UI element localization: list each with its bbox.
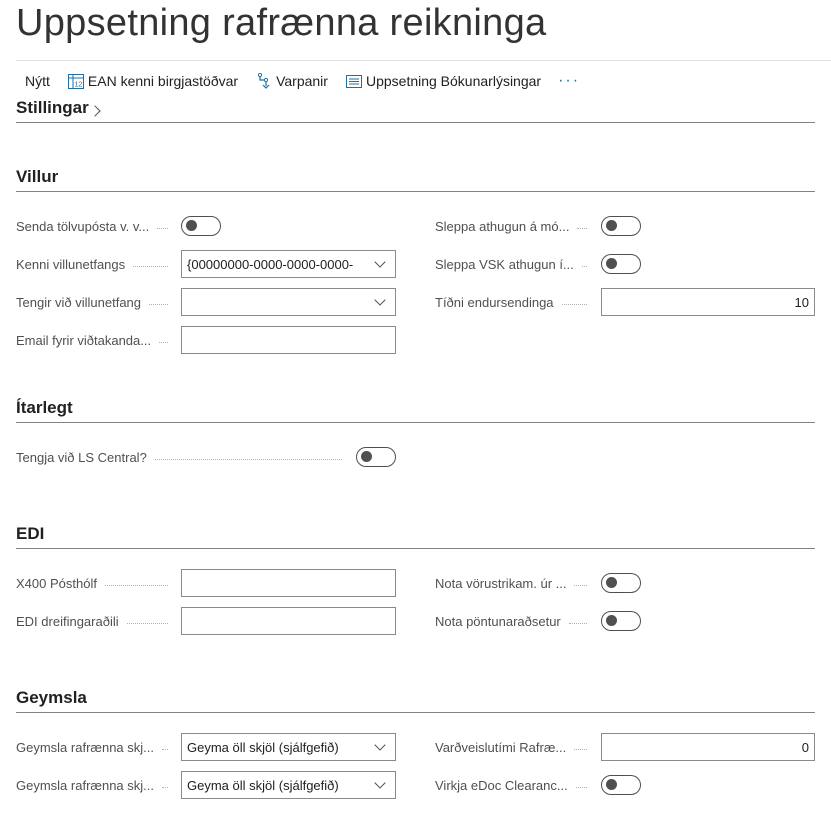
chevron-down-icon (374, 739, 386, 751)
send-email-toggle[interactable] (181, 216, 221, 236)
new-label: Nýtt (25, 73, 50, 89)
recipient-email-field: Email fyrir viðtakanda... (16, 325, 176, 355)
x400-field: X400 Pósthólf (16, 568, 176, 598)
page-title: Uppsetning rafrænna reikninga (16, 2, 547, 44)
storage1-label: Geymsla rafrænna skj... (16, 739, 154, 755)
error-email-id-value: {00000000-0000-0000-0000- (187, 256, 354, 272)
storage1-select[interactable]: Geyma öll skjöl (sjálfgefið) (181, 733, 396, 761)
edoc-label: Virkja eDoc Clearanc... (435, 777, 568, 793)
storage1-field: Geymsla rafrænna skj... (16, 732, 176, 762)
use-order-toggle[interactable] (601, 611, 641, 631)
chevron-down-icon (374, 777, 386, 789)
x400-label: X400 Pósthólf (16, 575, 97, 591)
use-order-label: Nota pöntunaraðsetur (435, 613, 561, 629)
section-advanced: Ítarlegt (16, 397, 815, 423)
section-edi: EDI (16, 523, 815, 549)
chevron-down-icon (374, 256, 386, 268)
distributor-label: EDI dreifingaraðili (16, 613, 119, 629)
table-icon: 12 (67, 73, 85, 89)
error-email-id-select[interactable]: {00000000-0000-0000-0000- (181, 250, 396, 278)
list-icon (345, 73, 363, 89)
use-barcode-field: Nota vörustrikam. úr ... (435, 568, 595, 598)
resend-freq-input[interactable]: 10 (601, 288, 815, 316)
section-storage: Geymsla (16, 687, 815, 713)
linked-email-label: Tengir við villunetfang (16, 294, 142, 310)
storage2-select[interactable]: Geyma öll skjöl (sjálfgefið) (181, 771, 396, 799)
send-email-field: Senda tölvupósta v. v... (16, 211, 176, 241)
ls-central-label: Tengja við LS Central? (16, 449, 147, 465)
section-edi-title: EDI (16, 524, 45, 543)
fallbacks-label: Varpanir (276, 73, 328, 89)
use-order-field: Nota pöntunaraðsetur (435, 606, 595, 636)
recipient-email-input[interactable] (181, 326, 396, 354)
posting-setup-button[interactable]: Uppsetning Bókunarlýsingar (345, 73, 541, 89)
skip-vat-label: Sleppa VSK athugun í... (435, 256, 574, 272)
linked-email-field: Tengir við villunetfang (16, 287, 176, 317)
linked-email-select[interactable] (181, 288, 396, 316)
skip-vat-toggle[interactable] (601, 254, 641, 274)
ean-label: EAN kenni birgjastöðvar (87, 73, 239, 89)
error-email-id-label: Kenni villunetfangs (16, 256, 126, 272)
distributor-field: EDI dreifingaraðili (16, 606, 176, 636)
section-settings[interactable]: Stillingar (16, 95, 815, 123)
ls-central-field: Tengja við LS Central? (16, 442, 350, 472)
use-barcode-label: Nota vörustrikam. úr ... (435, 575, 567, 591)
skip-check-label: Sleppa athugun á mó... (435, 218, 570, 234)
section-settings-title: Stillingar (16, 98, 89, 117)
fallbacks-button[interactable]: Varpanir (255, 73, 328, 89)
section-errors-title: Villur (16, 167, 59, 186)
svg-text:12: 12 (74, 81, 82, 88)
x400-input[interactable] (181, 569, 396, 597)
more-actions-button[interactable]: ··· (558, 72, 580, 90)
resend-freq-field: Tíðni endursendinga (435, 287, 595, 317)
edoc-field: Virkja eDoc Clearanc... (435, 770, 595, 800)
retention-input[interactable]: 0 (601, 733, 815, 761)
use-barcode-toggle[interactable] (601, 573, 641, 593)
section-advanced-title: Ítarlegt (16, 398, 73, 417)
ean-button[interactable]: 12 EAN kenni birgjastöðvar (67, 73, 238, 89)
chevron-down-icon (374, 294, 386, 306)
distributor-input[interactable] (181, 607, 396, 635)
retention-label: Varðveislutími Rafræ... (435, 739, 567, 755)
ls-central-toggle[interactable] (356, 447, 396, 467)
section-errors: Villur (16, 166, 815, 192)
storage2-label: Geymsla rafrænna skj... (16, 777, 154, 793)
resend-freq-label: Tíðni endursendinga (435, 294, 554, 310)
skip-vat-field: Sleppa VSK athugun í... (435, 249, 595, 279)
posting-setup-label: Uppsetning Bókunarlýsingar (365, 73, 542, 89)
skip-check-field: Sleppa athugun á mó... (435, 211, 595, 241)
skip-check-toggle[interactable] (601, 216, 641, 236)
mapping-icon (255, 73, 273, 89)
storage1-value: Geyma öll skjöl (sjálfgefið) (187, 739, 339, 755)
retention-field: Varðveislutími Rafræ... (435, 732, 595, 762)
new-button[interactable]: Nýtt (25, 73, 50, 89)
edoc-toggle[interactable] (601, 775, 641, 795)
storage2-value: Geyma öll skjöl (sjálfgefið) (187, 777, 339, 793)
send-email-label: Senda tölvupósta v. v... (16, 218, 150, 234)
storage2-field: Geymsla rafrænna skj... (16, 770, 176, 800)
error-email-id-field: Kenni villunetfangs (16, 249, 176, 279)
recipient-email-label: Email fyrir viðtakanda... (16, 332, 152, 348)
chevron-right-icon (89, 105, 101, 117)
section-storage-title: Geymsla (16, 688, 87, 707)
